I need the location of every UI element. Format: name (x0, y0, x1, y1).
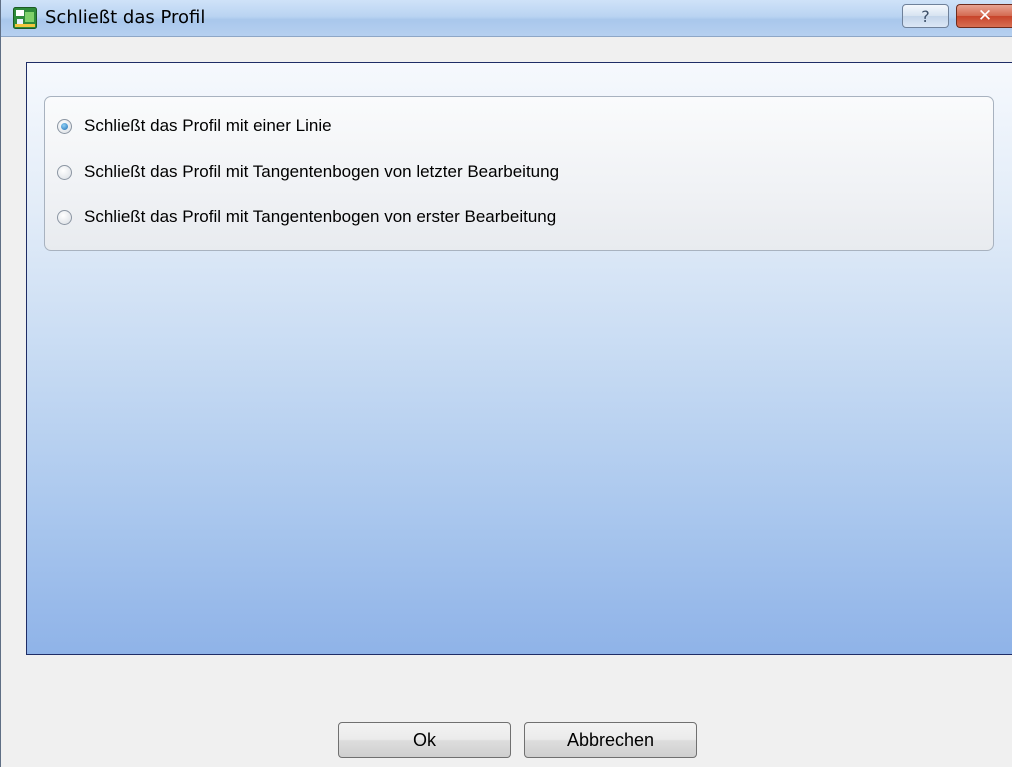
option-close-with-arc-from-first[interactable]: Schließt das Profil mit Tangentenbogen v… (57, 205, 556, 229)
profile-tool-icon (13, 7, 37, 29)
close-icon: ✕ (977, 6, 993, 26)
option-close-with-line[interactable]: Schließt das Profil mit einer Linie (57, 114, 332, 138)
dialog-window: Schließt das Profil ? ✕ Schließt das Pro… (0, 0, 1012, 767)
option-close-with-arc-from-last[interactable]: Schließt das Profil mit Tangentenbogen v… (57, 160, 559, 184)
option-label: Schließt das Profil mit einer Linie (84, 116, 332, 135)
content-panel: Schließt das Profil mit einer Linie Schl… (26, 62, 1012, 655)
radio-button-selected[interactable] (57, 118, 72, 134)
option-label: Schließt das Profil mit Tangentenbogen v… (84, 207, 557, 226)
cancel-button[interactable]: Abbrechen (524, 722, 697, 758)
question-icon: ? (921, 6, 930, 26)
close-button[interactable]: ✕ (956, 4, 1012, 28)
option-label: Schließt das Profil mit Tangentenbogen v… (84, 162, 560, 181)
title-bar[interactable]: Schließt das Profil ? ✕ (1, 0, 1012, 37)
ok-button[interactable]: Ok (338, 722, 511, 758)
radio-button[interactable] (57, 209, 72, 225)
help-button[interactable]: ? (902, 4, 949, 28)
radio-button[interactable] (57, 164, 72, 180)
close-mode-option-group: Schließt das Profil mit einer Linie Schl… (44, 96, 994, 251)
window-title: Schließt das Profil (45, 7, 206, 28)
